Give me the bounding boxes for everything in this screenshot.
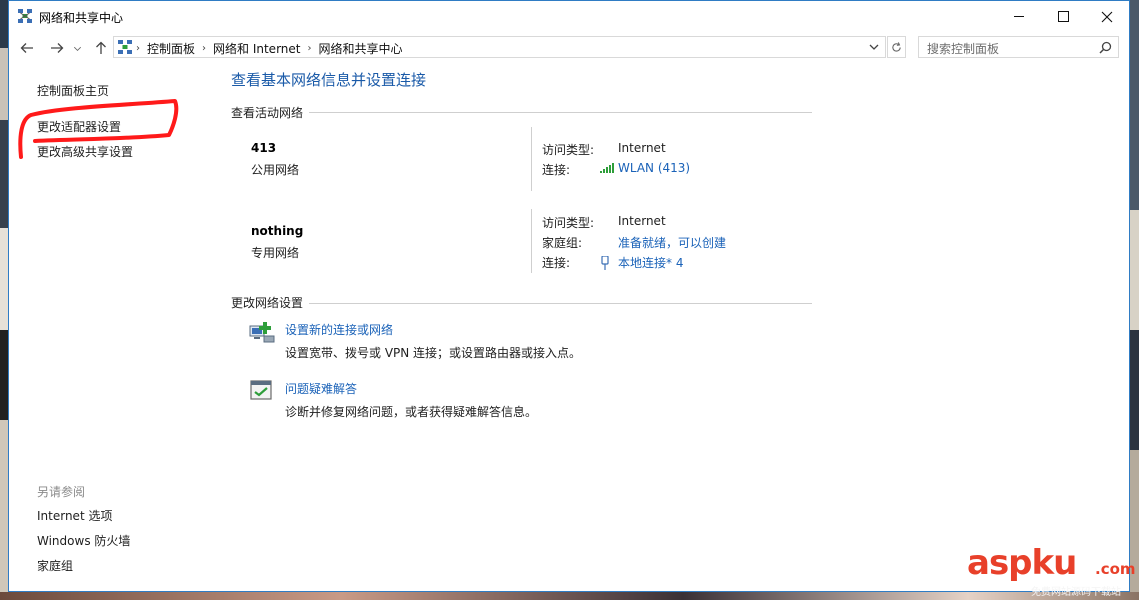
refresh-button[interactable]: [887, 36, 906, 58]
local-connection-text[interactable]: 本地连接* 4: [618, 254, 683, 271]
column-divider: [531, 209, 532, 273]
maximize-button[interactable]: [1040, 1, 1086, 32]
local-connection-link[interactable]: 本地连接* 4: [600, 254, 683, 271]
refresh-icon: [892, 41, 901, 52]
change-settings-header: 更改网络设置: [231, 296, 304, 310]
breadcrumb-network-internet[interactable]: 网络和 Internet: [213, 40, 300, 57]
network-center-icon: [18, 9, 32, 23]
chevron-down-icon: [73, 46, 81, 51]
connection-label: 连接:: [542, 256, 571, 270]
access-type-value: Internet: [618, 141, 666, 155]
troubleshoot-link[interactable]: 问题疑难解答: [285, 380, 357, 397]
homegroup-ready-link[interactable]: 准备就绪，可以创建: [618, 234, 726, 251]
watermark-tld: .com: [1095, 560, 1136, 578]
desktop-background-right: [1130, 0, 1139, 600]
search-box[interactable]: 搜索控制面板: [918, 36, 1119, 58]
site-watermark: aspku .com 免费网站源码下载站: [967, 543, 1136, 598]
access-type-text: Internet: [618, 141, 666, 155]
recent-locations-button[interactable]: [71, 38, 83, 58]
homegroup-label: 家庭组:: [542, 236, 583, 250]
close-button[interactable]: [1084, 1, 1130, 32]
network-sharing-window: 网络和共享中心 › 控制面板 › 网络和 Internet › 网络和共享中心 …: [8, 0, 1130, 592]
access-type-value: Internet: [618, 214, 666, 228]
close-icon: [1101, 11, 1113, 22]
section-divider: [309, 303, 812, 304]
network-type[interactable]: 专用网络: [251, 244, 299, 261]
change-advanced-sharing-link[interactable]: 更改高级共享设置: [37, 143, 133, 160]
forward-arrow-icon: [51, 43, 64, 53]
navigation-bar: › 控制面板 › 网络和 Internet › 网络和共享中心 搜索控制面板: [9, 34, 1129, 62]
wlan-connection-text[interactable]: WLAN (413): [618, 161, 690, 175]
breadcrumb-separator-icon[interactable]: ›: [136, 43, 140, 54]
see-also-header: 另请参阅: [37, 485, 86, 499]
wlan-connection-link[interactable]: WLAN (413): [600, 161, 690, 175]
left-navigation-pane: 控制面板主页 更改适配器设置 更改高级共享设置 另请参阅 Internet 选项…: [9, 63, 214, 583]
network-name: 413: [251, 141, 277, 155]
ethernet-adapter-icon: [601, 255, 609, 270]
troubleshoot-icon[interactable]: [249, 379, 275, 403]
access-type-text: Internet: [618, 214, 666, 228]
connection-label: 连接:: [542, 163, 571, 177]
internet-options-link[interactable]: Internet 选项: [37, 507, 112, 524]
title-bar[interactable]: 网络和共享中心: [9, 1, 1129, 32]
access-type-label: 访问类型:: [542, 216, 595, 230]
page-title: 查看基本网络信息并设置连接: [231, 71, 427, 89]
up-button[interactable]: [91, 38, 111, 58]
back-arrow-icon: [20, 43, 33, 53]
network-type[interactable]: 公用网络: [251, 161, 299, 178]
active-networks-header: 查看活动网络: [231, 106, 304, 120]
breadcrumb-control-panel[interactable]: 控制面板: [147, 40, 195, 57]
window-title: 网络和共享中心: [39, 11, 124, 25]
setup-new-connection-link[interactable]: 设置新的连接或网络: [285, 321, 393, 338]
maximize-icon: [1057, 11, 1069, 22]
setup-new-connection-description: 设置宽带、拨号或 VPN 连接；或设置路由器或接入点。: [285, 346, 582, 360]
control-panel-home-link[interactable]: 控制面板主页: [37, 82, 109, 99]
wifi-signal-icon: [600, 163, 614, 173]
address-dropdown-icon[interactable]: [868, 41, 880, 53]
minimize-button[interactable]: [996, 1, 1042, 32]
breadcrumb-network-center[interactable]: 网络和共享中心: [318, 40, 402, 57]
address-bar[interactable]: › 控制面板 › 网络和 Internet › 网络和共享中心: [113, 36, 886, 58]
breadcrumb-separator-icon[interactable]: ›: [307, 43, 311, 54]
section-divider: [309, 112, 812, 113]
minimize-icon: [1014, 16, 1024, 17]
desktop-background-left: [0, 0, 8, 600]
new-connection-icon[interactable]: [249, 320, 275, 344]
homegroup-link[interactable]: 家庭组: [37, 557, 73, 574]
windows-firewall-link[interactable]: Windows 防火墙: [37, 532, 130, 549]
control-panel-icon: [118, 40, 132, 54]
network-name: nothing: [251, 224, 304, 238]
forward-button[interactable]: [47, 38, 67, 58]
watermark-brand: aspku: [967, 543, 1077, 583]
column-divider: [531, 127, 532, 191]
breadcrumb: › 控制面板 › 网络和 Internet › 网络和共享中心: [136, 40, 403, 57]
back-button[interactable]: [17, 38, 37, 58]
watermark-subtitle: 免费网站源码下载站: [1031, 587, 1121, 598]
up-arrow-icon: [96, 41, 106, 54]
troubleshoot-description: 诊断并修复网络问题，或者获得疑难解答信息。: [285, 405, 538, 419]
change-adapter-settings-link[interactable]: 更改适配器设置: [37, 118, 121, 135]
breadcrumb-separator-icon[interactable]: ›: [202, 43, 206, 54]
homegroup-value[interactable]: 准备就绪，可以创建: [618, 234, 726, 251]
search-icon[interactable]: [1099, 41, 1112, 54]
search-placeholder[interactable]: 搜索控制面板: [927, 40, 999, 57]
access-type-label: 访问类型:: [542, 143, 595, 157]
